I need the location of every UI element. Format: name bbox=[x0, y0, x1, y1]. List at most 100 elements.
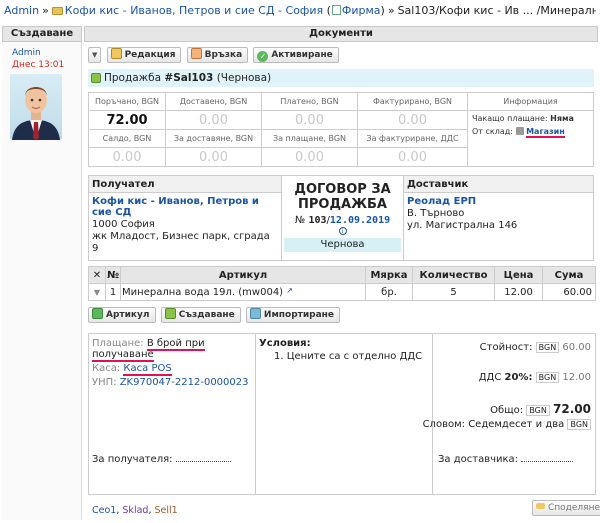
contract-status: Чернова bbox=[284, 238, 401, 252]
creator-time: Днес 13:01 bbox=[12, 60, 65, 70]
to-invoice-label: За фактуриране, ДДС bbox=[357, 129, 468, 148]
signature-line bbox=[175, 461, 231, 462]
receiver-block: Получател Кофи кис - Иванов, Петров и си… bbox=[89, 176, 282, 260]
breadcrumb-folder-link[interactable]: Кофи кис - Иванов, Петров и сие СД - Соф… bbox=[65, 4, 323, 17]
finance-summary: Поръчано, BGN Доставено, BGN Платено, BG… bbox=[88, 92, 594, 167]
share-label: Споделяне bbox=[548, 503, 600, 513]
warehouse-link[interactable]: Магазин bbox=[526, 127, 565, 138]
share-button[interactable]: Споделяне bbox=[532, 500, 600, 516]
grand-total-line: Общо: BGN 72.00 bbox=[490, 402, 591, 416]
currency-badge: BGN bbox=[526, 405, 550, 416]
total-value-label: Стойност: bbox=[479, 342, 533, 353]
grand-total-label: Общо: bbox=[490, 405, 524, 416]
row-menu-icon[interactable]: ▼ bbox=[88, 283, 106, 301]
vat-line: ДДС 20%: BGN 12.00 bbox=[479, 372, 591, 383]
to-pay-value: 0.00 bbox=[261, 147, 358, 167]
document-footer-section: Плащане: В брой при получаване Каса: Кас… bbox=[88, 333, 596, 495]
document-title-bar: Продажба #Sal103 (Чернова) bbox=[88, 69, 594, 87]
total-value-line: Стойност: BGN 60.00 bbox=[480, 342, 591, 353]
supplier-address: ул. Магистрална 146 bbox=[407, 220, 518, 231]
link-button[interactable]: Връзка bbox=[186, 47, 249, 63]
document-status: (Чернова) bbox=[216, 72, 272, 84]
check-icon: ✓ bbox=[257, 51, 269, 62]
footer-links: Ceo1, Sklad, Sell1 bbox=[92, 505, 178, 516]
paid-label: Платено, BGN bbox=[261, 92, 358, 111]
contract-no-label: № bbox=[294, 215, 306, 226]
warehouse-info: От склад: Магазин bbox=[472, 127, 589, 138]
footer-link-sklad[interactable]: Sklad bbox=[122, 505, 148, 516]
breadcrumb-firm-link[interactable]: Фирма bbox=[342, 4, 381, 17]
grand-total-amount: 72.00 bbox=[553, 402, 591, 416]
row-sum: 60.00 bbox=[542, 283, 596, 301]
supplier-signature: За доставчика: bbox=[438, 454, 574, 465]
waiting-payment-value: Няма bbox=[550, 114, 574, 123]
unp-link[interactable]: ZK970047-2212-0000023 bbox=[120, 377, 249, 388]
external-link-icon[interactable]: ↗ bbox=[286, 286, 293, 295]
items-table: ✕ № Артикул Мярка Количество Цена Сума ▼… bbox=[88, 266, 596, 301]
warehouse-icon bbox=[515, 127, 524, 135]
table-row: ▼ 1 Минерална вода 19л. (mw004) ↗ бр. 5 … bbox=[88, 283, 596, 301]
words-label: Словом: bbox=[422, 419, 465, 430]
paid-value: 0.00 bbox=[261, 110, 358, 130]
supplier-name-link[interactable]: Реолад ЕРП bbox=[404, 193, 593, 208]
supplier-block: Доставчик Реолад ЕРП В. Търново ул. Маги… bbox=[403, 176, 593, 260]
row-price: 12.00 bbox=[494, 283, 544, 301]
breadcrumb-admin-link[interactable]: Admin bbox=[4, 4, 39, 17]
firm-icon bbox=[331, 5, 341, 15]
breadcrumb-firm-paren-close: ) bbox=[380, 4, 385, 17]
conditions-block: Условия: 1. Цените са с отделно ДДС bbox=[256, 334, 432, 494]
supplier-signature-label: За доставчика: bbox=[438, 454, 519, 465]
import-button[interactable]: Импортиране bbox=[245, 307, 340, 323]
activate-button-label: Активиране bbox=[271, 50, 333, 60]
row-qty: 5 bbox=[412, 283, 496, 301]
info-icon[interactable]: i bbox=[338, 227, 347, 235]
currency-badge: BGN bbox=[567, 419, 591, 430]
info-panel: Чакащо плащане: Няма От склад: Магазин bbox=[467, 110, 594, 167]
footer-sep: , bbox=[116, 505, 120, 516]
document-number: #Sal103 bbox=[164, 72, 214, 84]
create-button[interactable]: Създаване bbox=[160, 307, 241, 323]
receiver-address: жк Младост, Бизнес парк, сграда 9 bbox=[92, 231, 270, 254]
activate-button[interactable]: ✓ Активиране bbox=[253, 47, 339, 63]
totals-block: Стойност: BGN 60.00 ДДС 20%: BGN 12.00 О… bbox=[423, 334, 595, 494]
avatar-image bbox=[12, 87, 60, 140]
breadcrumb-separator: » bbox=[387, 4, 395, 17]
contract-date: 12.09.2019 bbox=[329, 215, 391, 226]
col-qty-header: Количество bbox=[412, 266, 496, 284]
condition-item: 1. Цените са с отделно ДДС bbox=[274, 351, 423, 362]
parties-section: Получател Кофи кис - Иванов, Петров и си… bbox=[88, 175, 594, 261]
menu-dropdown-button[interactable]: ▼ bbox=[88, 47, 102, 63]
to-pay-label: За плащане, BGN bbox=[261, 129, 358, 148]
document-type: Продажба bbox=[104, 72, 165, 84]
vat-rate: 20%: bbox=[504, 372, 533, 383]
sale-icon bbox=[91, 73, 101, 83]
share-icon bbox=[536, 503, 545, 509]
balance-label: Салдо, BGN bbox=[88, 129, 166, 148]
payment-block: Плащане: В брой при получаване Каса: Кас… bbox=[89, 334, 256, 494]
row-unit: бр. bbox=[365, 283, 414, 301]
invoiced-label: Фактурирано, BGN bbox=[357, 92, 468, 111]
cash-link[interactable]: Каса POS bbox=[123, 363, 172, 376]
conditions-label: Условия: bbox=[259, 338, 311, 349]
edit-button[interactable]: Редакция bbox=[106, 47, 182, 63]
receiver-name-link[interactable]: Кофи кис - Иванов, Петров и сие СД bbox=[89, 193, 281, 219]
items-toolbar: Артикул Създаване Импортиране bbox=[88, 307, 342, 325]
receiver-signature-label: За получателя: bbox=[92, 454, 173, 465]
col-unit-header[interactable]: Мярка bbox=[365, 266, 414, 284]
cash-line: Каса: Каса POS bbox=[89, 360, 255, 376]
footer-link-sell[interactable]: Sell1 bbox=[155, 505, 178, 516]
payment-label: Плащане: bbox=[92, 338, 144, 349]
col-article-header[interactable]: Артикул bbox=[120, 266, 367, 284]
vat-label: ДДС bbox=[478, 372, 502, 383]
footer-link-ceo[interactable]: Ceo1 bbox=[92, 505, 116, 516]
add-article-button[interactable]: Артикул bbox=[88, 307, 156, 323]
contract-title-line1: ДОГОВОР ЗА bbox=[294, 182, 391, 197]
creator-user-link[interactable]: Admin bbox=[12, 48, 41, 58]
add-article-label: Артикул bbox=[106, 310, 150, 320]
tools-icon[interactable]: ✕ bbox=[88, 266, 106, 284]
payment-line: Плащане: В брой при получаване bbox=[89, 334, 255, 362]
to-deliver-label: За доставяне, BGN bbox=[165, 129, 262, 148]
delivered-label: Доставено, BGN bbox=[165, 92, 262, 111]
breadcrumb-firm-paren: ( bbox=[326, 4, 331, 17]
breadcrumb-current: Sal103/Кофи кис - Ив ... /Минерална вода… bbox=[397, 4, 596, 17]
